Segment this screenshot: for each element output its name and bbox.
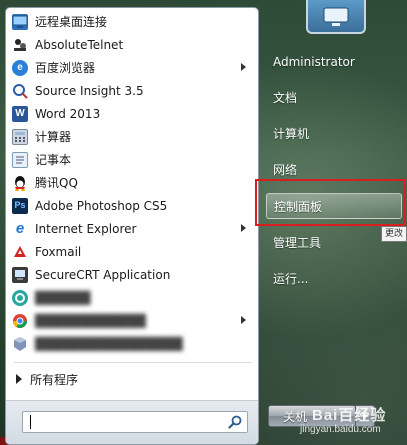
right-item-label: 管理工具 — [273, 235, 322, 250]
program-item-blurred-2[interactable]: ████████████ — [6, 309, 258, 332]
program-label: ██████ — [35, 290, 91, 305]
right-item-label: 网络 — [273, 162, 298, 177]
chrome-icon — [12, 313, 28, 329]
search-icon[interactable] — [227, 414, 243, 430]
submenu-arrow-icon[interactable] — [241, 316, 246, 324]
watermark-url: jingyan.baidu.com — [300, 424, 381, 435]
program-label: 远程桌面连接 — [35, 15, 108, 29]
baidu-browser-icon: e — [12, 59, 28, 76]
program-label: Internet Explorer — [35, 221, 137, 236]
right-item-computer[interactable]: 计算机 — [266, 120, 402, 146]
program-item-foxmail[interactable]: Foxmail — [6, 240, 258, 263]
absolutetelnet-icon — [12, 36, 28, 53]
program-item-baidu-browser[interactable]: e 百度浏览器 — [6, 56, 258, 79]
submenu-arrow-icon[interactable] — [241, 63, 246, 71]
source-insight-icon — [12, 82, 28, 99]
right-item-network[interactable]: 网络 — [266, 156, 402, 182]
right-item-label: 文档 — [273, 90, 298, 105]
right-item-label: 控制面板 — [274, 199, 323, 214]
right-item-label: 计算机 — [273, 126, 310, 141]
program-item-notepad[interactable]: 记事本 — [6, 148, 258, 171]
program-label: AbsoluteTelnet — [35, 37, 124, 52]
calculator-icon — [12, 128, 28, 145]
virtualbox-icon — [12, 336, 28, 352]
program-item-calculator[interactable]: 计算器 — [6, 125, 258, 148]
program-label: Word 2013 — [35, 106, 101, 121]
program-label: SecureCRT Application — [35, 267, 171, 282]
program-item-absolutetelnet[interactable]: AbsoluteTelnet — [6, 33, 258, 56]
program-label: 百度浏览器 — [35, 61, 96, 75]
notepad-icon — [12, 151, 28, 168]
program-item-blurred-1[interactable]: ██████ — [6, 286, 258, 309]
program-list-divider — [14, 362, 252, 363]
all-programs-button[interactable]: 所有程序 — [16, 369, 246, 389]
program-label: 记事本 — [35, 153, 72, 167]
foxmail-icon — [12, 244, 28, 260]
program-label: Adobe Photoshop CS5 — [35, 198, 168, 213]
right-item-administrator[interactable]: Administrator — [266, 49, 402, 75]
program-item-word[interactable]: W Word 2013 — [6, 102, 258, 125]
user-picture[interactable] — [306, 0, 366, 34]
right-item-label: Administrator — [273, 55, 355, 69]
program-item-blurred-3[interactable]: ████████████████ — [6, 332, 258, 355]
photoshop-icon: Ps — [12, 197, 28, 214]
right-item-run[interactable]: 运行... — [266, 265, 402, 291]
all-programs-label: 所有程序 — [30, 372, 79, 387]
program-item-qq[interactable]: 腾讯QQ — [6, 171, 258, 194]
securecrt-icon — [12, 266, 28, 283]
program-item-photoshop[interactable]: Ps Adobe Photoshop CS5 — [6, 194, 258, 217]
expand-arrow-icon — [16, 374, 22, 384]
program-label: 计算器 — [35, 130, 72, 144]
right-item-documents[interactable]: 文档 — [266, 84, 402, 110]
watermark: Bai百经验 jingyan.baidu.com — [286, 402, 406, 440]
start-menu-programs-panel: 远程桌面连接 AbsoluteTelnet e 百度浏览器 Source Ins… — [5, 7, 259, 445]
search-input[interactable] — [25, 413, 221, 431]
text-cursor — [30, 415, 31, 429]
program-item-source-insight[interactable]: Source Insight 3.5 — [6, 79, 258, 102]
search-box[interactable] — [22, 411, 248, 433]
green-app-icon — [12, 289, 28, 306]
program-label: 腾讯QQ — [35, 176, 78, 190]
program-label: Source Insight 3.5 — [35, 83, 144, 98]
tooltip-text: 更改 — [385, 229, 404, 239]
watermark-logo: Bai百经验 — [312, 407, 387, 424]
search-area — [6, 400, 258, 444]
right-item-control-panel[interactable]: 控制面板 — [266, 193, 402, 219]
word-icon: W — [12, 105, 28, 122]
program-label: ████████████████ — [35, 336, 183, 351]
program-item-internet-explorer[interactable]: e Internet Explorer — [6, 217, 258, 240]
remote-desktop-icon — [12, 13, 28, 30]
qq-icon — [12, 175, 28, 191]
program-label: Foxmail — [35, 244, 82, 259]
program-item-securecrt[interactable]: SecureCRT Application — [6, 263, 258, 286]
internet-explorer-icon: e — [15, 220, 25, 237]
submenu-arrow-icon[interactable] — [241, 224, 246, 232]
program-item-remote-desktop[interactable]: 远程桌面连接 — [6, 10, 258, 33]
right-item-label: 运行... — [273, 271, 309, 286]
tooltip: 更改 — [381, 226, 407, 242]
program-label: ████████████ — [35, 313, 146, 328]
program-list: 远程桌面连接 AbsoluteTelnet e 百度浏览器 Source Ins… — [6, 10, 258, 355]
